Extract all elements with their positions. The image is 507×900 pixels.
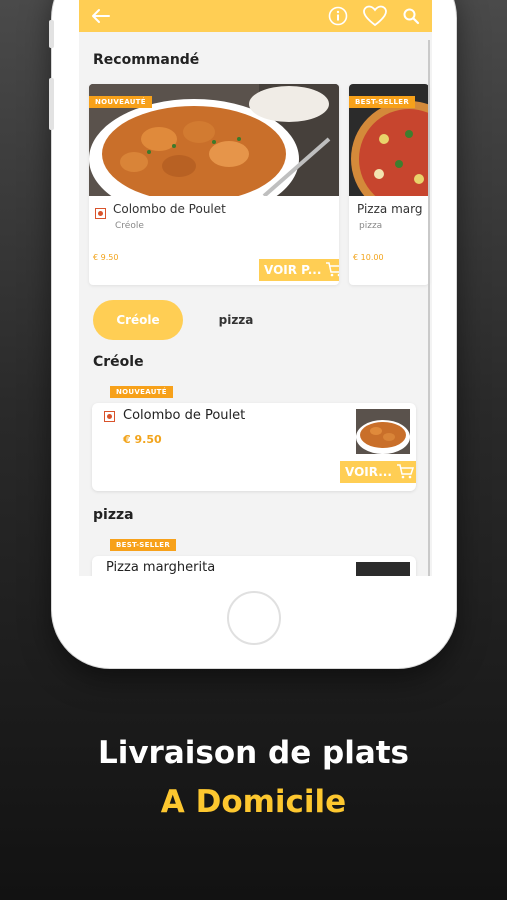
food-type-icon [95,208,106,219]
search-icon[interactable] [402,7,420,25]
new-badge: NOUVEAUTÉ [110,386,173,398]
recommended-title: Recommandé [93,52,200,68]
heart-icon[interactable] [362,5,388,27]
dish-price: € 9.50 [93,253,119,262]
dish-thumbnail [356,409,410,454]
dish-category: Créole [115,221,144,231]
arrow-left-icon[interactable] [91,8,111,24]
food-type-icon [104,411,115,422]
dish-name: Pizza margherita [106,560,216,575]
cart-icon [396,463,414,482]
view-product-button-label: VOIR... [345,465,392,479]
home-button[interactable] [227,591,281,645]
list-item[interactable]: Pizza margherita [92,556,416,576]
list-item[interactable]: Colombo de Poulet € 9.50 VOIR... [92,403,416,491]
view-product-button-label: VOIR P... [264,263,322,277]
new-badge: NOUVEAUTÉ [89,96,152,108]
dish-name: Colombo de Poulet [123,408,246,423]
section-title-pizza: pizza [93,507,134,523]
app-screen: Recommandé NOUVEAUTÉ Colombo de Poulet C… [79,0,432,576]
scrollbar[interactable] [428,40,430,576]
cart-icon [325,261,339,280]
phone-side-button [49,78,54,130]
dish-thumbnail [356,562,410,576]
best-seller-badge: BEST-SELLER [110,539,177,551]
caption-line-1: Livraison de plats [97,735,410,771]
filter-chip-creole[interactable]: Créole [93,300,183,340]
info-icon[interactable] [328,6,348,26]
dish-name: Colombo de Poulet [113,202,226,216]
dish-name: Pizza marg [357,202,423,216]
dish-category: pizza [359,221,383,231]
recommended-card[interactable]: NOUVEAUTÉ Colombo de Poulet Créole € 9.5… [89,84,339,285]
filter-chip-pizza[interactable]: pizza [196,300,276,340]
app-bar [79,0,432,32]
dish-price: € 10.00 [353,253,384,262]
dish-price: € 9.50 [123,433,162,446]
section-title-creole: Créole [93,354,144,370]
phone-volume-button [49,20,54,48]
view-product-button[interactable]: VOIR P... [259,259,339,281]
caption-line-2: A Domicile [160,784,347,820]
best-seller-badge: BEST-SELLER [349,96,416,108]
view-product-button[interactable]: VOIR... [340,461,416,483]
recommended-card[interactable]: BEST-SELLER Pizza marg pizza € 10.00 [349,84,429,285]
